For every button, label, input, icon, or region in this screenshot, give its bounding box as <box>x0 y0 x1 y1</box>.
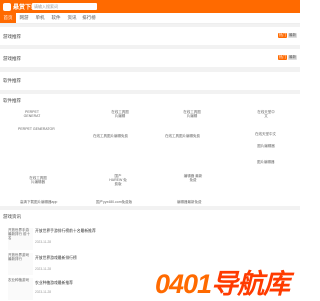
app-thumbnail-text: PERPET GENERAT <box>23 110 41 118</box>
app-thumbnail-text: 在线工具图片编辑 <box>111 110 129 118</box>
section-game-recommend-2: 游戏推荐 热门 最新 <box>0 49 300 67</box>
tab-new[interactable]: 最新 <box>288 33 297 38</box>
app-name[interactable]: 国产yyx480.com免费版 <box>96 200 132 205</box>
nav-item-single-games[interactable]: 单机 <box>32 13 48 23</box>
app-name[interactable]: 编辑器最新免费 <box>177 200 202 205</box>
app-thumbnail[interactable]: 编辑器 最新免费 <box>183 174 203 194</box>
app-thumbnail[interactable]: 在线天堂中文 <box>256 110 276 130</box>
app-thumbnail-text: 国产 HAREW 免费版 <box>109 174 127 186</box>
logo-icon <box>3 2 11 11</box>
app-thumbnail-text: 编辑器 最新免费 <box>183 174 203 182</box>
section-title: 游戏资讯 <box>3 214 21 219</box>
nav-item-home[interactable]: 首页 <box>0 13 16 23</box>
section-software-recommend-1: 软件推荐 <box>0 72 300 90</box>
news-thumbnail[interactable]: 农业种植游戏 <box>8 278 33 300</box>
section-game-recommend-1: 游戏推荐 热门 最新 <box>0 27 300 45</box>
section-title: 游戏推荐 <box>3 34 21 39</box>
news-date: 2023-11-28 <box>35 240 52 244</box>
app-name[interactable]: 在线工具图片编辑免费 <box>93 134 128 139</box>
watermark-text: 导航库 <box>211 269 290 299</box>
app-thumbnail[interactable]: 在线工具图片编辑 <box>110 110 130 130</box>
news-title[interactable]: 开放世界手游排行榜前十名最新推荐 <box>35 229 96 234</box>
news-thumbnail-text: 开放世界手游 最新排行 前十名 <box>8 228 30 240</box>
app-name[interactable]: 在线工具图片编辑免费 <box>165 134 200 139</box>
news-title[interactable]: 农业种植游戏最新推荐 <box>35 281 73 286</box>
news-thumbnail-text: 开放世界游戏 最新排行 <box>8 253 29 261</box>
tab-new[interactable]: 最新 <box>288 55 297 60</box>
app-thumbnail-text: 在线天堂中文 <box>257 110 275 118</box>
section-title: 软件推荐 <box>3 98 21 103</box>
news-thumbnail-text: 农业种植游戏 <box>8 278 29 282</box>
section-title: 软件推荐 <box>3 78 21 83</box>
tab-hot[interactable]: 热门 <box>278 33 287 38</box>
app-name[interactable]: PERPET GENERATOR <box>18 127 55 131</box>
nav-item-software[interactable]: 软件 <box>48 13 64 23</box>
section-title: 游戏推荐 <box>3 56 21 61</box>
news-thumbnail[interactable]: 开放世界手游 最新排行 前十名 <box>8 228 33 250</box>
app-thumbnail[interactable]: 在线工具图片编辑 <box>182 110 202 130</box>
app-thumbnail-text: 图片编辑器 <box>257 144 275 148</box>
app-thumbnail[interactable]: 国产 HAREW 免费版 <box>108 174 128 194</box>
top-bar: 悬赏下载 请输入搜索词 <box>0 0 300 13</box>
search-input[interactable]: 请输入搜索词 <box>32 3 97 10</box>
app-name[interactable]: 在线天堂中文 <box>255 132 276 137</box>
app-thumbnail[interactable]: 在线工具图片编辑器 <box>28 176 48 196</box>
app-thumbnail-text: 在线工具图片编辑器 <box>29 176 47 184</box>
section-software-recommend-2: 软件推荐 PERPET GENERAT PERPET GENERATOR 在线工… <box>0 94 300 206</box>
main-nav: 首页 网游 单机 软件 资讯 排行榜 <box>0 13 300 24</box>
site-watermark: 0401导航库 <box>155 262 290 301</box>
nav-item-ranking[interactable]: 排行榜 <box>80 13 98 23</box>
news-date: 2023-11-28 <box>35 267 52 271</box>
news-date: 2023-11-28 <box>35 290 52 294</box>
app-thumbnail-text: 在线工具图片编辑 <box>183 110 201 118</box>
app-name[interactable]: 图片编辑器 <box>257 160 275 165</box>
nav-item-news[interactable]: 资讯 <box>64 13 80 23</box>
news-title[interactable]: 开放世界游戏最新排行榜 <box>35 256 77 261</box>
nav-item-online-games[interactable]: 网游 <box>16 13 32 23</box>
news-thumbnail[interactable]: 开放世界游戏 最新排行 <box>8 253 33 275</box>
app-name[interactable]: 高清下载图片编辑器app <box>20 200 57 205</box>
watermark-number: 0401 <box>155 269 212 299</box>
tab-hot[interactable]: 热门 <box>278 55 287 60</box>
